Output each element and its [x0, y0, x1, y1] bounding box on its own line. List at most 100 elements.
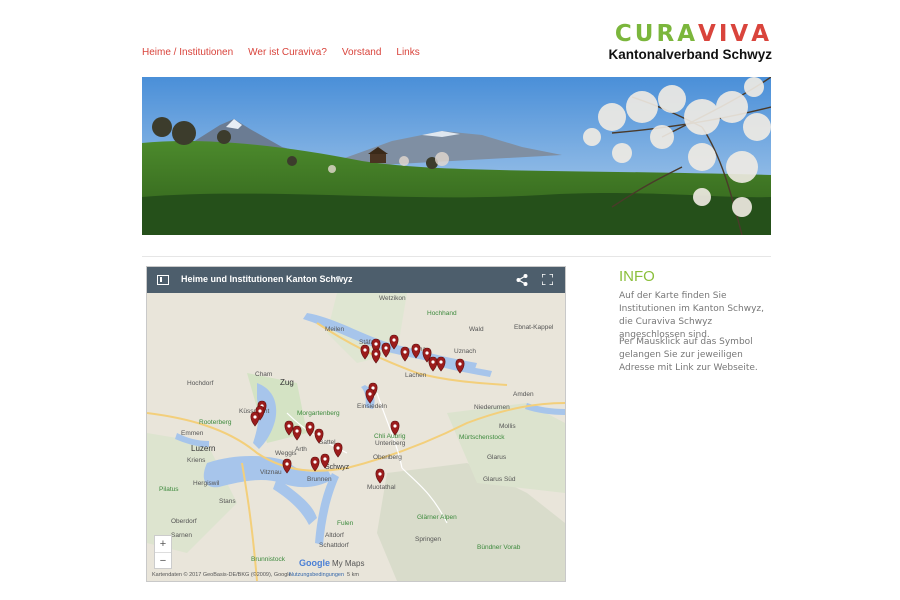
fullscreen-icon[interactable]: [542, 274, 553, 285]
location-pin-dot: [295, 429, 299, 433]
location-pin-dot: [403, 350, 407, 354]
nav-item-vorstand[interactable]: Vorstand: [342, 47, 381, 58]
location-pin-dot: [425, 351, 429, 355]
map-label: Vitznau: [260, 469, 282, 476]
map-label: Niederurnen: [474, 404, 510, 411]
logo-subtitle: Kantonalverband Schwyz: [608, 47, 772, 62]
location-pin-dot: [336, 446, 340, 450]
map-label: Brunnistock: [251, 556, 286, 563]
logo-wordmark: CURAVIVA: [608, 22, 772, 46]
location-pin-dot: [439, 360, 443, 364]
logo-letter: A: [751, 21, 772, 47]
sidebar-toggle-icon[interactable]: [157, 275, 169, 285]
map-label: Lachen: [405, 372, 427, 379]
logo-letter: V: [698, 21, 719, 47]
location-pin-dot: [368, 392, 372, 396]
map-label: Meilen: [325, 326, 345, 333]
section-divider: [142, 256, 771, 257]
landscape-illustration: [142, 77, 771, 235]
map-label: Kriens: [187, 457, 206, 464]
location-pin-dot: [363, 348, 367, 352]
scale-bar: 5 km: [347, 572, 359, 578]
location-pin-dot: [393, 424, 397, 428]
location-pin-dot: [414, 347, 418, 351]
location-pin-dot: [287, 424, 291, 428]
nav-item-heime[interactable]: Heime / Institutionen: [142, 47, 233, 58]
info-paragraph-1: Auf der Karte finden Sie Institutionen i…: [619, 291, 764, 340]
location-pin-dot: [374, 342, 378, 346]
map-label: Schwyz: [325, 464, 350, 471]
location-pin-dot: [431, 360, 435, 364]
map-branding: Google My Maps: [299, 558, 364, 568]
map-label: Glärner Alpen: [417, 514, 457, 521]
map-label: Uznach: [454, 348, 476, 355]
map-label: Fulen: [337, 520, 354, 527]
map-label: Glarus Süd: [483, 476, 516, 483]
map-label: Arth: [295, 446, 307, 453]
map-label: Weggis: [275, 450, 297, 457]
map-label: Amden: [513, 391, 534, 398]
map-label: Chli Aubrig: [374, 433, 406, 440]
site-logo[interactable]: CURAVIVA Kantonalverband Schwyz: [608, 22, 772, 62]
nav-item-wer-ist-curaviva[interactable]: Wer ist Curaviva?: [248, 47, 327, 58]
map-label: Einsiedeln: [357, 403, 387, 410]
map-label: Luzern: [191, 444, 215, 453]
location-pin-dot: [258, 409, 262, 413]
caret-down-icon[interactable]: ▼: [335, 275, 342, 282]
map-label: Mollis: [499, 423, 516, 430]
mymaps-label: My Maps: [332, 559, 365, 568]
google-logo: Google: [299, 558, 330, 568]
map-label: Springen: [415, 536, 441, 543]
map-label: Bündner Vorab: [477, 544, 521, 551]
terms-link[interactable]: Nutzungsbedingungen: [289, 572, 344, 578]
location-pin-dot: [323, 457, 327, 461]
location-pin-dot: [458, 362, 462, 366]
zoom-out-button[interactable]: −: [155, 553, 171, 569]
map-header-bar: Heime und Institutionen Kanton Schwyz ▼: [147, 267, 565, 293]
share-icon[interactable]: [515, 273, 529, 287]
map-label: Brunnen: [307, 476, 332, 483]
map-canvas[interactable]: Wetzikon Meilen Hochhand Wald Ebnat-Kapp…: [147, 293, 565, 581]
map-label: Rooterberg: [199, 419, 232, 426]
map-label: Emmen: [181, 430, 204, 437]
zoom-control[interactable]: + −: [154, 535, 172, 569]
map-label: Hergiswil: [193, 480, 220, 487]
map-title: Heime und Institutionen Kanton Schwyz: [181, 274, 353, 284]
map-label: Cham: [255, 371, 272, 378]
map-label: Zug: [280, 378, 294, 387]
logo-letter: V: [730, 21, 752, 47]
hero-banner-image: [142, 77, 771, 235]
info-paragraph-2: Per Mausklick auf das Symbol gelangen Si…: [619, 337, 758, 373]
location-pin-dot: [378, 472, 382, 476]
zoom-in-button[interactable]: +: [155, 536, 171, 553]
location-pin-dot: [384, 346, 388, 350]
logo-letter: A: [677, 21, 698, 47]
map-label: Mürtschenstock: [459, 434, 505, 441]
map-label: Stans: [219, 498, 236, 505]
location-pin-dot: [317, 432, 321, 436]
map-label: Ebnat-Kappel: [514, 324, 554, 331]
nav-item-links[interactable]: Links: [396, 47, 419, 58]
map-label: Oberdorf: [171, 518, 197, 525]
map-label: Schattdorf: [319, 542, 349, 549]
map-label: Wetzikon: [379, 295, 406, 302]
map-label: Pilatus: [159, 486, 179, 493]
info-heading: INFO: [619, 268, 655, 285]
map-label: Hochhand: [427, 310, 457, 317]
map-label: Sarnen: [171, 532, 192, 539]
map-label: Sattel: [319, 439, 336, 446]
map-credit: Kartendaten © 2017 GeoBasis-DE/BKG (©200…: [152, 572, 292, 578]
logo-letter: I: [718, 21, 731, 47]
logo-letter: C: [614, 21, 635, 47]
embedded-map[interactable]: Heime und Institutionen Kanton Schwyz ▼: [146, 266, 566, 582]
map-label: Morgartenberg: [297, 410, 340, 417]
main-nav: Heime / Institutionen Wer ist Curaviva? …: [142, 47, 420, 58]
map-label: Glarus: [487, 454, 507, 461]
map-label: Muotathal: [367, 484, 396, 491]
location-pin-dot: [285, 462, 289, 466]
map-label: Unteriberg: [375, 440, 406, 447]
logo-letter: U: [634, 21, 657, 47]
map-label: Altdorf: [325, 532, 344, 539]
map-label: Oberiberg: [373, 454, 402, 461]
location-pin-dot: [313, 460, 317, 464]
